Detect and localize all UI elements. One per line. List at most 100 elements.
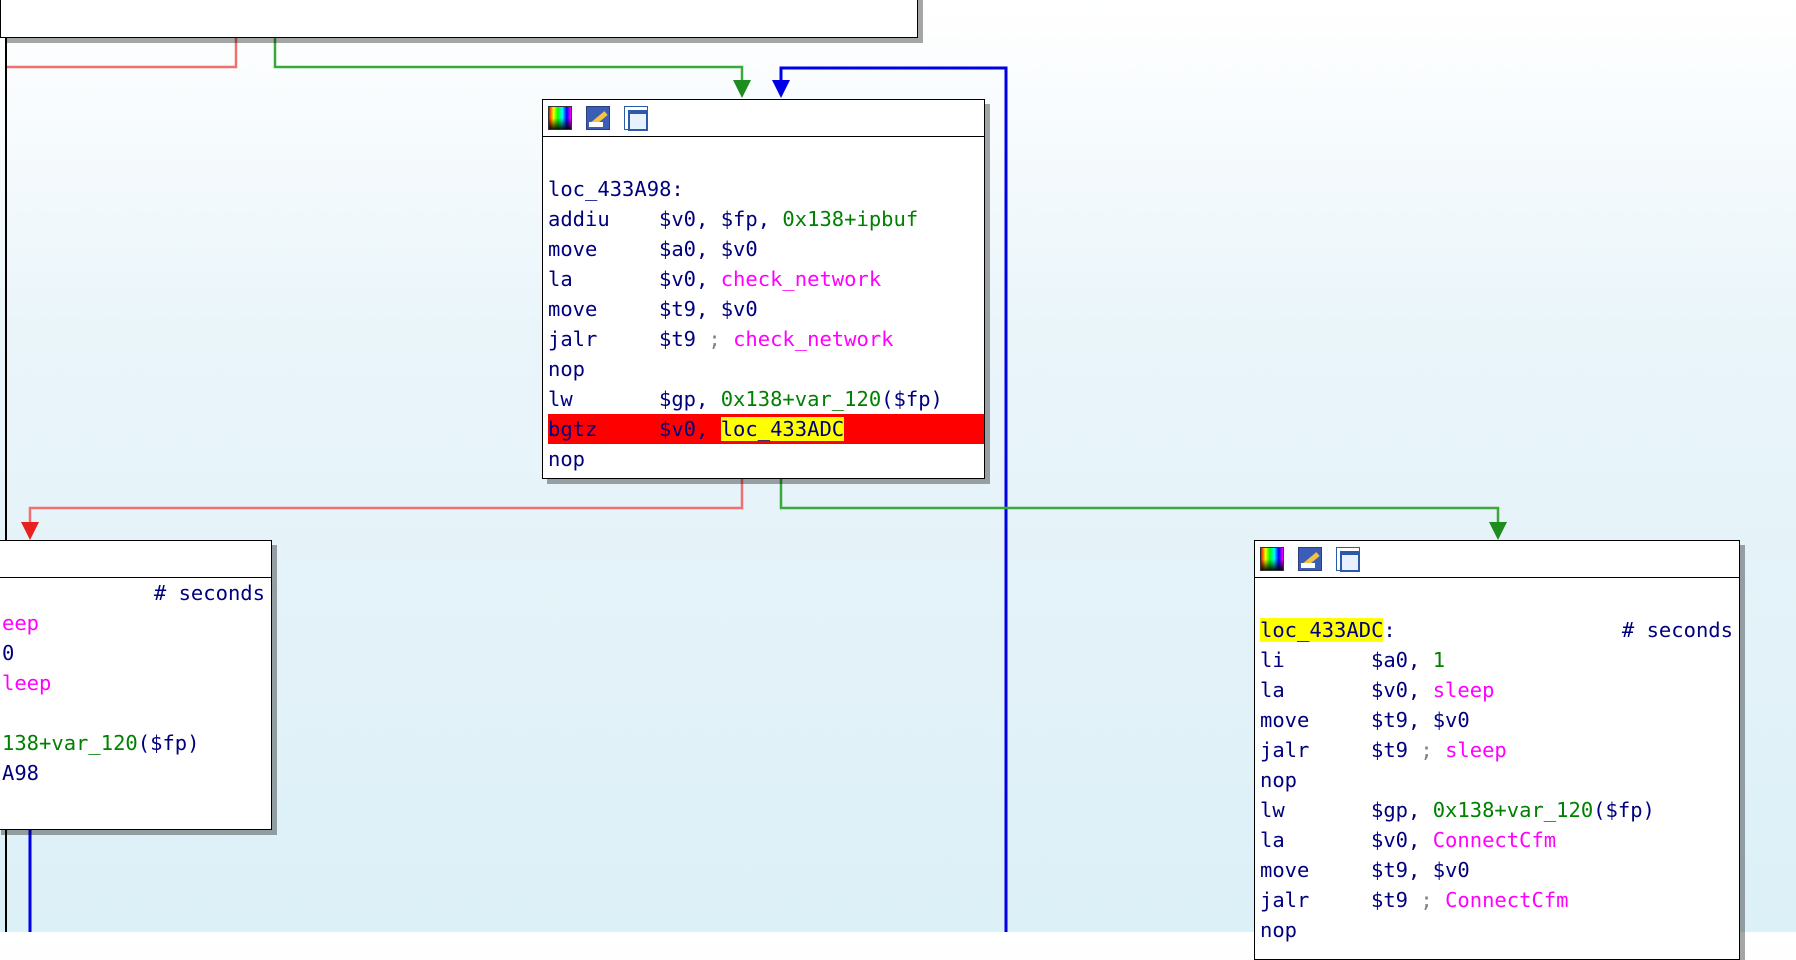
mnemonic[interactable]: jalr (1260, 885, 1371, 915)
operand[interactable]: ; (1420, 738, 1445, 762)
instruction-line[interactable]: lw $gp, 0x138+var_120($fp) (1260, 795, 1739, 825)
instruction-line[interactable]: nop (548, 354, 984, 384)
operand[interactable]: A98 (2, 761, 39, 785)
instruction-line[interactable]: nop (548, 444, 984, 474)
group-graph-icon[interactable] (1336, 547, 1360, 572)
location-label[interactable]: loc_433ADC (1260, 618, 1384, 642)
operand[interactable]: $t9, $v0 (1371, 858, 1470, 882)
instruction-line[interactable]: la $v0, ConnectCfm (1260, 825, 1739, 855)
operand[interactable]: ; (1420, 888, 1445, 912)
code-listing: loc_433A98: addiu $v0, $fp, 0x138+ipbuf mov… (543, 137, 984, 474)
code-label-line[interactable]: loc_433A98: (548, 174, 984, 204)
instruction-line[interactable]: jalr $t9 ; check_network (548, 324, 984, 354)
mnemonic[interactable]: nop (548, 444, 659, 474)
operand[interactable]: $t9 (1371, 738, 1420, 762)
group-graph-icon[interactable] (624, 106, 648, 131)
instruction-line[interactable]: eep (2, 608, 271, 638)
operand[interactable]: ConnectCfm (1433, 828, 1556, 852)
mnemonic[interactable]: move (1260, 855, 1371, 885)
mnemonic[interactable]: nop (1260, 765, 1371, 795)
instruction-line[interactable] (2, 698, 271, 728)
mnemonic[interactable]: la (548, 264, 659, 294)
instruction-line[interactable]: lw $gp, 0x138+var_120($fp) (548, 384, 984, 414)
operand[interactable]: ($fp) (881, 387, 943, 411)
mnemonic[interactable]: jalr (1260, 735, 1371, 765)
mnemonic[interactable]: move (548, 234, 659, 264)
operand[interactable]: $t9, $v0 (1371, 708, 1470, 732)
mnemonic[interactable]: move (1260, 705, 1371, 735)
operand[interactable]: $v0, $fp, (659, 207, 782, 231)
operand[interactable]: ; (708, 327, 733, 351)
instruction-line[interactable]: jalr $t9 ; ConnectCfm (1260, 885, 1739, 915)
color-palette-icon[interactable] (1260, 547, 1284, 571)
operand[interactable]: sleep (1433, 678, 1495, 702)
instruction-line[interactable]: 0 (2, 638, 271, 668)
mnemonic[interactable]: addiu (548, 204, 659, 234)
instruction-line[interactable]: addiu $v0, $fp, 0x138+ipbuf (548, 204, 984, 234)
mnemonic[interactable]: move (548, 294, 659, 324)
node-loc-433a98[interactable]: loc_433A98: addiu $v0, $fp, 0x138+ipbuf mov… (542, 99, 985, 479)
mnemonic[interactable]: la (1260, 825, 1371, 855)
instruction-line[interactable]: move $t9, $v0 (548, 294, 984, 324)
color-palette-icon[interactable] (548, 106, 572, 130)
node-top-partial[interactable] (0, 0, 918, 38)
mnemonic[interactable]: li (1260, 645, 1371, 675)
operand[interactable]: ($fp) (1593, 798, 1655, 822)
rename-icon[interactable] (586, 106, 610, 130)
operand[interactable]: $t9, $v0 (659, 297, 758, 321)
operand[interactable]: 0x138+ipbuf (782, 207, 918, 231)
operand[interactable]: $v0, (659, 417, 721, 441)
operand[interactable]: $t9 (1371, 888, 1420, 912)
mnemonic[interactable]: lw (1260, 795, 1371, 825)
mnemonic[interactable]: lw (548, 384, 659, 414)
arrow-head-green-right (1489, 522, 1507, 540)
instruction-line[interactable]: jalr $t9 ; sleep (1260, 735, 1739, 765)
instruction-line[interactable]: move $a0, $v0 (548, 234, 984, 264)
operand[interactable]: 138+var_120 (2, 731, 138, 755)
instruction-line[interactable]: A98 (2, 758, 271, 788)
mnemonic[interactable]: nop (1260, 915, 1371, 945)
operand[interactable]: check_network (733, 327, 893, 351)
mnemonic[interactable]: nop (548, 354, 659, 384)
instruction-line[interactable]: 138+var_120($fp) (2, 728, 271, 758)
operand[interactable]: $v0, (659, 267, 721, 291)
operand[interactable]: loc_433ADC (720, 417, 845, 441)
instruction-line[interactable]: move $t9, $v0 (1260, 855, 1739, 885)
operand[interactable]: $t9 (659, 327, 708, 351)
instruction-line[interactable]: la $v0, sleep (1260, 675, 1739, 705)
operand[interactable]: ConnectCfm (1445, 888, 1568, 912)
mnemonic[interactable]: bgtz (548, 414, 659, 444)
operand[interactable]: $a0, (1371, 648, 1433, 672)
operand[interactable]: sleep (1445, 738, 1507, 762)
instruction-line[interactable]: move $t9, $v0 (1260, 705, 1739, 735)
instruction-line[interactable]: # seconds (2, 578, 271, 608)
operand[interactable]: eep (2, 611, 39, 635)
instruction-line[interactable]: li $a0, 1 (1260, 645, 1739, 675)
node-loc-433adc[interactable]: loc_433ADC: # seconds li $a0, 1 la $v0, sleep… (1254, 540, 1740, 960)
operand[interactable]: check_network (721, 267, 881, 291)
operand[interactable]: leep (2, 671, 51, 695)
instruction-line[interactable]: leep (2, 668, 271, 698)
instruction-line[interactable]: bgtz $v0, loc_433ADC (548, 414, 984, 444)
operand[interactable]: $v0, (1371, 828, 1433, 852)
node-left-partial[interactable]: # seconds eep 0 leep 138+var_120($fp) A98 (0, 540, 272, 830)
mnemonic[interactable]: la (1260, 675, 1371, 705)
operand[interactable]: 0x138+var_120 (1433, 798, 1593, 822)
instruction-line[interactable]: nop (1260, 915, 1739, 945)
location-label[interactable]: loc_433A98: (548, 177, 684, 201)
operand[interactable]: $v0, (1371, 678, 1433, 702)
label-colon[interactable]: : (1383, 618, 1395, 642)
mnemonic[interactable]: jalr (548, 324, 659, 354)
instruction-line[interactable]: la $v0, check_network (548, 264, 984, 294)
operand[interactable]: $a0, $v0 (659, 237, 758, 261)
operand[interactable]: 0x138+var_120 (721, 387, 881, 411)
operand[interactable]: 1 (1433, 648, 1445, 672)
instruction-line[interactable]: nop (1260, 765, 1739, 795)
operand[interactable]: 0 (2, 641, 14, 665)
operand[interactable]: ($fp) (138, 731, 200, 755)
arrow-head-blue-center (772, 80, 790, 98)
operand[interactable]: $gp, (1371, 798, 1433, 822)
operand[interactable]: $gp, (659, 387, 721, 411)
code-label-line[interactable]: loc_433ADC: # seconds (1260, 615, 1739, 645)
rename-icon[interactable] (1298, 547, 1322, 571)
